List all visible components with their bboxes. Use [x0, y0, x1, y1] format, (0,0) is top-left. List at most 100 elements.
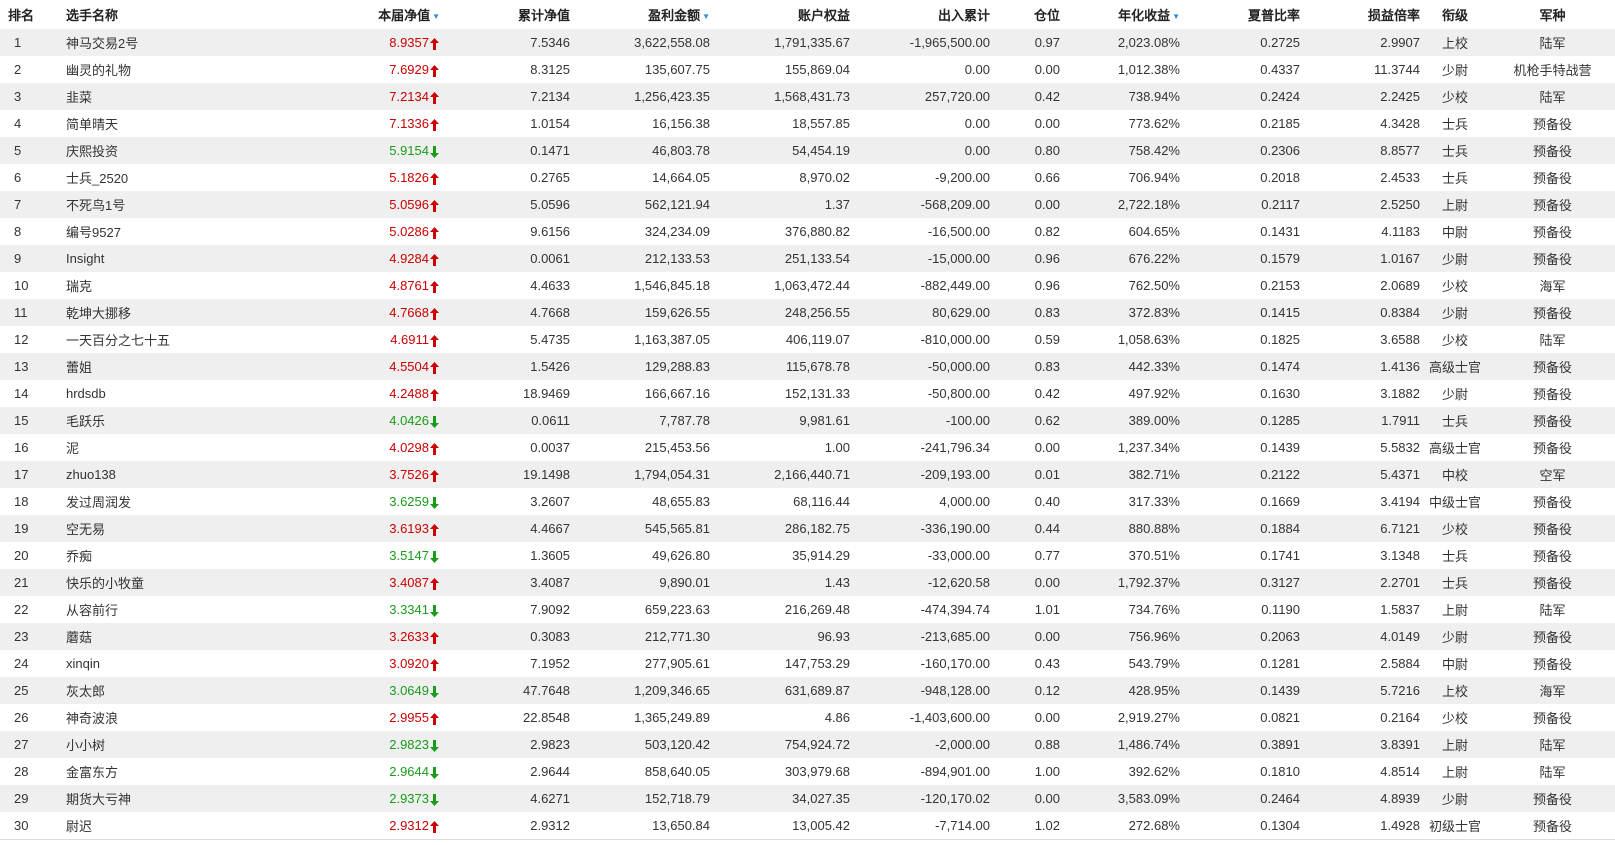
player-name[interactable]: 灰太郎 [60, 677, 360, 704]
arrow-down-icon [430, 766, 440, 779]
header-rank[interactable]: 排名 [0, 0, 60, 29]
player-name[interactable]: 神奇波浪 [60, 704, 360, 731]
table-row[interactable]: 14 hrdsdb 4.2488 18.9469 166,667.16 152,131.3… [0, 380, 1615, 407]
header-name[interactable]: 选手名称 [60, 0, 360, 29]
table-row[interactable]: 7 不死鸟1号 5.0596 5.0596 562,121.94 1.37 -568,209… [0, 191, 1615, 218]
player-name[interactable]: 尉迟 [60, 812, 360, 840]
sharpe-cell: 0.2063 [1260, 629, 1300, 644]
table-row[interactable]: 28 金富东方 2.9644 2.9644 858,640.05 303,979.68 -8… [0, 758, 1615, 785]
player-name[interactable]: 士兵_2520 [60, 164, 360, 191]
table-row[interactable]: 27 小小树 2.9823 2.9823 503,120.42 754,924.72 -2,… [0, 731, 1615, 758]
header-flow-label: 出入累计 [937, 8, 990, 23]
table-row[interactable]: 25 灰太郎 3.0649 47.7648 1,209,346.65 631,689.87… [0, 677, 1615, 704]
arrow-down-icon [430, 145, 440, 158]
cum-nav-cell: 0.0611 [531, 413, 570, 428]
table-row[interactable]: 6 士兵_2520 5.1826 0.2765 14,664.05 8,970.02 -9,… [0, 164, 1615, 191]
arrow-up-icon [430, 64, 440, 77]
table-row[interactable]: 2 幽灵的礼物 7.6929 8.3125 135,607.75 155,869.04 0.… [0, 56, 1615, 83]
table-row[interactable]: 21 快乐的小牧童 3.4087 3.4087 9,890.01 1.43 -12,620.… [0, 569, 1615, 596]
table-row[interactable]: 26 神奇波浪 2.9955 22.8548 1,365,249.89 4.86 -1,40… [0, 704, 1615, 731]
table-row[interactable]: 22 从容前行 3.3341 7.9092 659,223.63 216,269.48 -4… [0, 596, 1615, 623]
header-cum-nav[interactable]: 累计净值 [440, 0, 570, 29]
branch-cell: 预备役 [1532, 441, 1572, 456]
player-name[interactable]: 韭菜 [60, 83, 360, 110]
arrow-down-icon [430, 415, 440, 428]
table-row[interactable]: 12 一天百分之七十五 4.6911 5.4735 1,163,387.05 406,11… [0, 326, 1615, 353]
sort-down-icon[interactable]: ▼ [432, 12, 440, 21]
player-name[interactable]: 乾坤大挪移 [60, 299, 360, 326]
header-position[interactable]: 仓位 [990, 0, 1060, 29]
player-name[interactable]: 幽灵的礼物 [60, 56, 360, 83]
player-name[interactable]: 期货大亏神 [60, 785, 360, 812]
player-name[interactable]: 编号9527 [60, 218, 360, 245]
player-name[interactable]: 蘑菇 [60, 623, 360, 650]
table-row[interactable]: 5 庆熙投资 5.9154 0.1471 46,803.78 54,454.19 0.00 0… [0, 137, 1615, 164]
player-name[interactable]: 小小树 [60, 731, 360, 758]
header-sharpe[interactable]: 夏普比率 [1180, 0, 1300, 29]
cum-nav-cell: 22.8548 [523, 710, 570, 725]
rank-cell: 12 [14, 332, 29, 347]
annual-cell: 738.94% [1128, 89, 1180, 104]
player-name[interactable]: Insight [60, 245, 360, 272]
annual-cell: 734.76% [1128, 602, 1180, 617]
header-branch[interactable]: 军种 [1490, 0, 1615, 29]
table-row[interactable]: 9 Insight 4.9284 0.0061 212,133.53 251,133.54… [0, 245, 1615, 272]
sharpe-cell: 0.2306 [1260, 143, 1300, 158]
table-row[interactable]: 15 毛跃乐 4.0426 0.0611 7,787.78 9,981.61 -100.00… [0, 407, 1615, 434]
table-row[interactable]: 23 蘑菇 3.2633 0.3083 212,771.30 96.93 -213,685.… [0, 623, 1615, 650]
player-name[interactable]: 空无易 [60, 515, 360, 542]
player-name[interactable]: 金富东方 [60, 758, 360, 785]
player-name[interactable]: 乔痴 [60, 542, 360, 569]
title-cell: 上尉 [1441, 765, 1468, 780]
header-annual[interactable]: 年化收益 ▼ [1060, 0, 1180, 29]
header-nav[interactable]: 本届净值 ▼ [360, 0, 440, 29]
table-row[interactable]: 8 编号9527 5.0286 9.6156 324,234.09 376,880.82 -… [0, 218, 1615, 245]
player-name[interactable]: 神马交易2号 [60, 29, 360, 56]
cum-nav-cell: 4.4667 [530, 521, 570, 536]
player-name[interactable]: 毛跃乐 [60, 407, 360, 434]
profit-cell: 14,664.05 [652, 170, 710, 185]
player-name[interactable]: 瑞克 [60, 272, 360, 299]
player-name[interactable]: hrdsdb [60, 380, 360, 407]
player-name[interactable]: xinqin [60, 650, 360, 677]
player-name[interactable]: 蕾姐 [60, 353, 360, 380]
player-name[interactable]: 一天百分之七十五 [60, 326, 360, 353]
header-profit[interactable]: 盈利金额 ▼ [570, 0, 710, 29]
table-row[interactable]: 16 泥 4.0298 0.0037 215,453.56 1.00 -241,796.34… [0, 434, 1615, 461]
cum-nav-cell: 47.7648 [523, 683, 570, 698]
sort-down-icon[interactable]: ▼ [702, 12, 710, 21]
table-row[interactable]: 13 蕾姐 4.5504 1.5426 129,288.83 115,678.78 -50,… [0, 353, 1615, 380]
player-name[interactable]: 不死鸟1号 [60, 191, 360, 218]
profit-cell: 545,565.81 [644, 521, 710, 536]
table-row[interactable]: 17 zhuo138 3.7526 19.1498 1,794,054.31 2,166,… [0, 461, 1615, 488]
table-row[interactable]: 30 尉迟 2.9312 2.9312 13,650.84 13,005.42 -7,714… [0, 812, 1615, 840]
player-name[interactable]: 泥 [60, 434, 360, 461]
table-row[interactable]: 29 期货大亏神 2.9373 4.6271 152,718.79 34,027.35 -1… [0, 785, 1615, 812]
player-name[interactable]: 快乐的小牧童 [60, 569, 360, 596]
player-name[interactable]: 从容前行 [60, 596, 360, 623]
header-title[interactable]: 衔级 [1420, 0, 1490, 29]
cum-nav-cell: 18.9469 [523, 386, 570, 401]
table-row[interactable]: 10 瑞克 4.8761 4.4633 1,546,845.18 1,063,472.44… [0, 272, 1615, 299]
table-row[interactable]: 11 乾坤大挪移 4.7668 4.7668 159,626.55 248,256.55 8… [0, 299, 1615, 326]
player-name[interactable]: 庆熙投资 [60, 137, 360, 164]
player-name[interactable]: 发过周润发 [60, 488, 360, 515]
arrow-up-icon [430, 226, 440, 239]
cum-nav-cell: 7.5346 [530, 35, 570, 50]
cum-nav-cell: 1.5426 [530, 359, 570, 374]
header-equity[interactable]: 账户权益 [710, 0, 850, 29]
table-row[interactable]: 20 乔痴 3.5147 1.3605 49,626.80 35,914.29 -33,00… [0, 542, 1615, 569]
nav-value: 7.1336 [389, 116, 429, 131]
table-row[interactable]: 19 空无易 3.6193 4.4667 545,565.81 286,182.75 -33… [0, 515, 1615, 542]
table-row[interactable]: 18 发过周润发 3.6259 3.2607 48,655.83 68,116.44 4,0… [0, 488, 1615, 515]
header-pl-ratio[interactable]: 损益倍率 [1300, 0, 1420, 29]
sort-down-icon[interactable]: ▼ [1172, 12, 1180, 21]
table-row[interactable]: 24 xinqin 3.0920 7.1952 277,905.61 147,753.29… [0, 650, 1615, 677]
table-row[interactable]: 3 韭菜 7.2134 7.2134 1,256,423.35 1,568,431.73 2… [0, 83, 1615, 110]
annual-cell: 1,058.63% [1117, 332, 1180, 347]
table-row[interactable]: 4 简单晴天 7.1336 1.0154 16,156.38 18,557.85 0.00 0… [0, 110, 1615, 137]
table-row[interactable]: 1 神马交易2号 8.9357 7.5346 3,622,558.08 1,791,335… [0, 29, 1615, 56]
player-name[interactable]: zhuo138 [60, 461, 360, 488]
player-name[interactable]: 简单晴天 [60, 110, 360, 137]
header-flow[interactable]: 出入累计 [850, 0, 990, 29]
